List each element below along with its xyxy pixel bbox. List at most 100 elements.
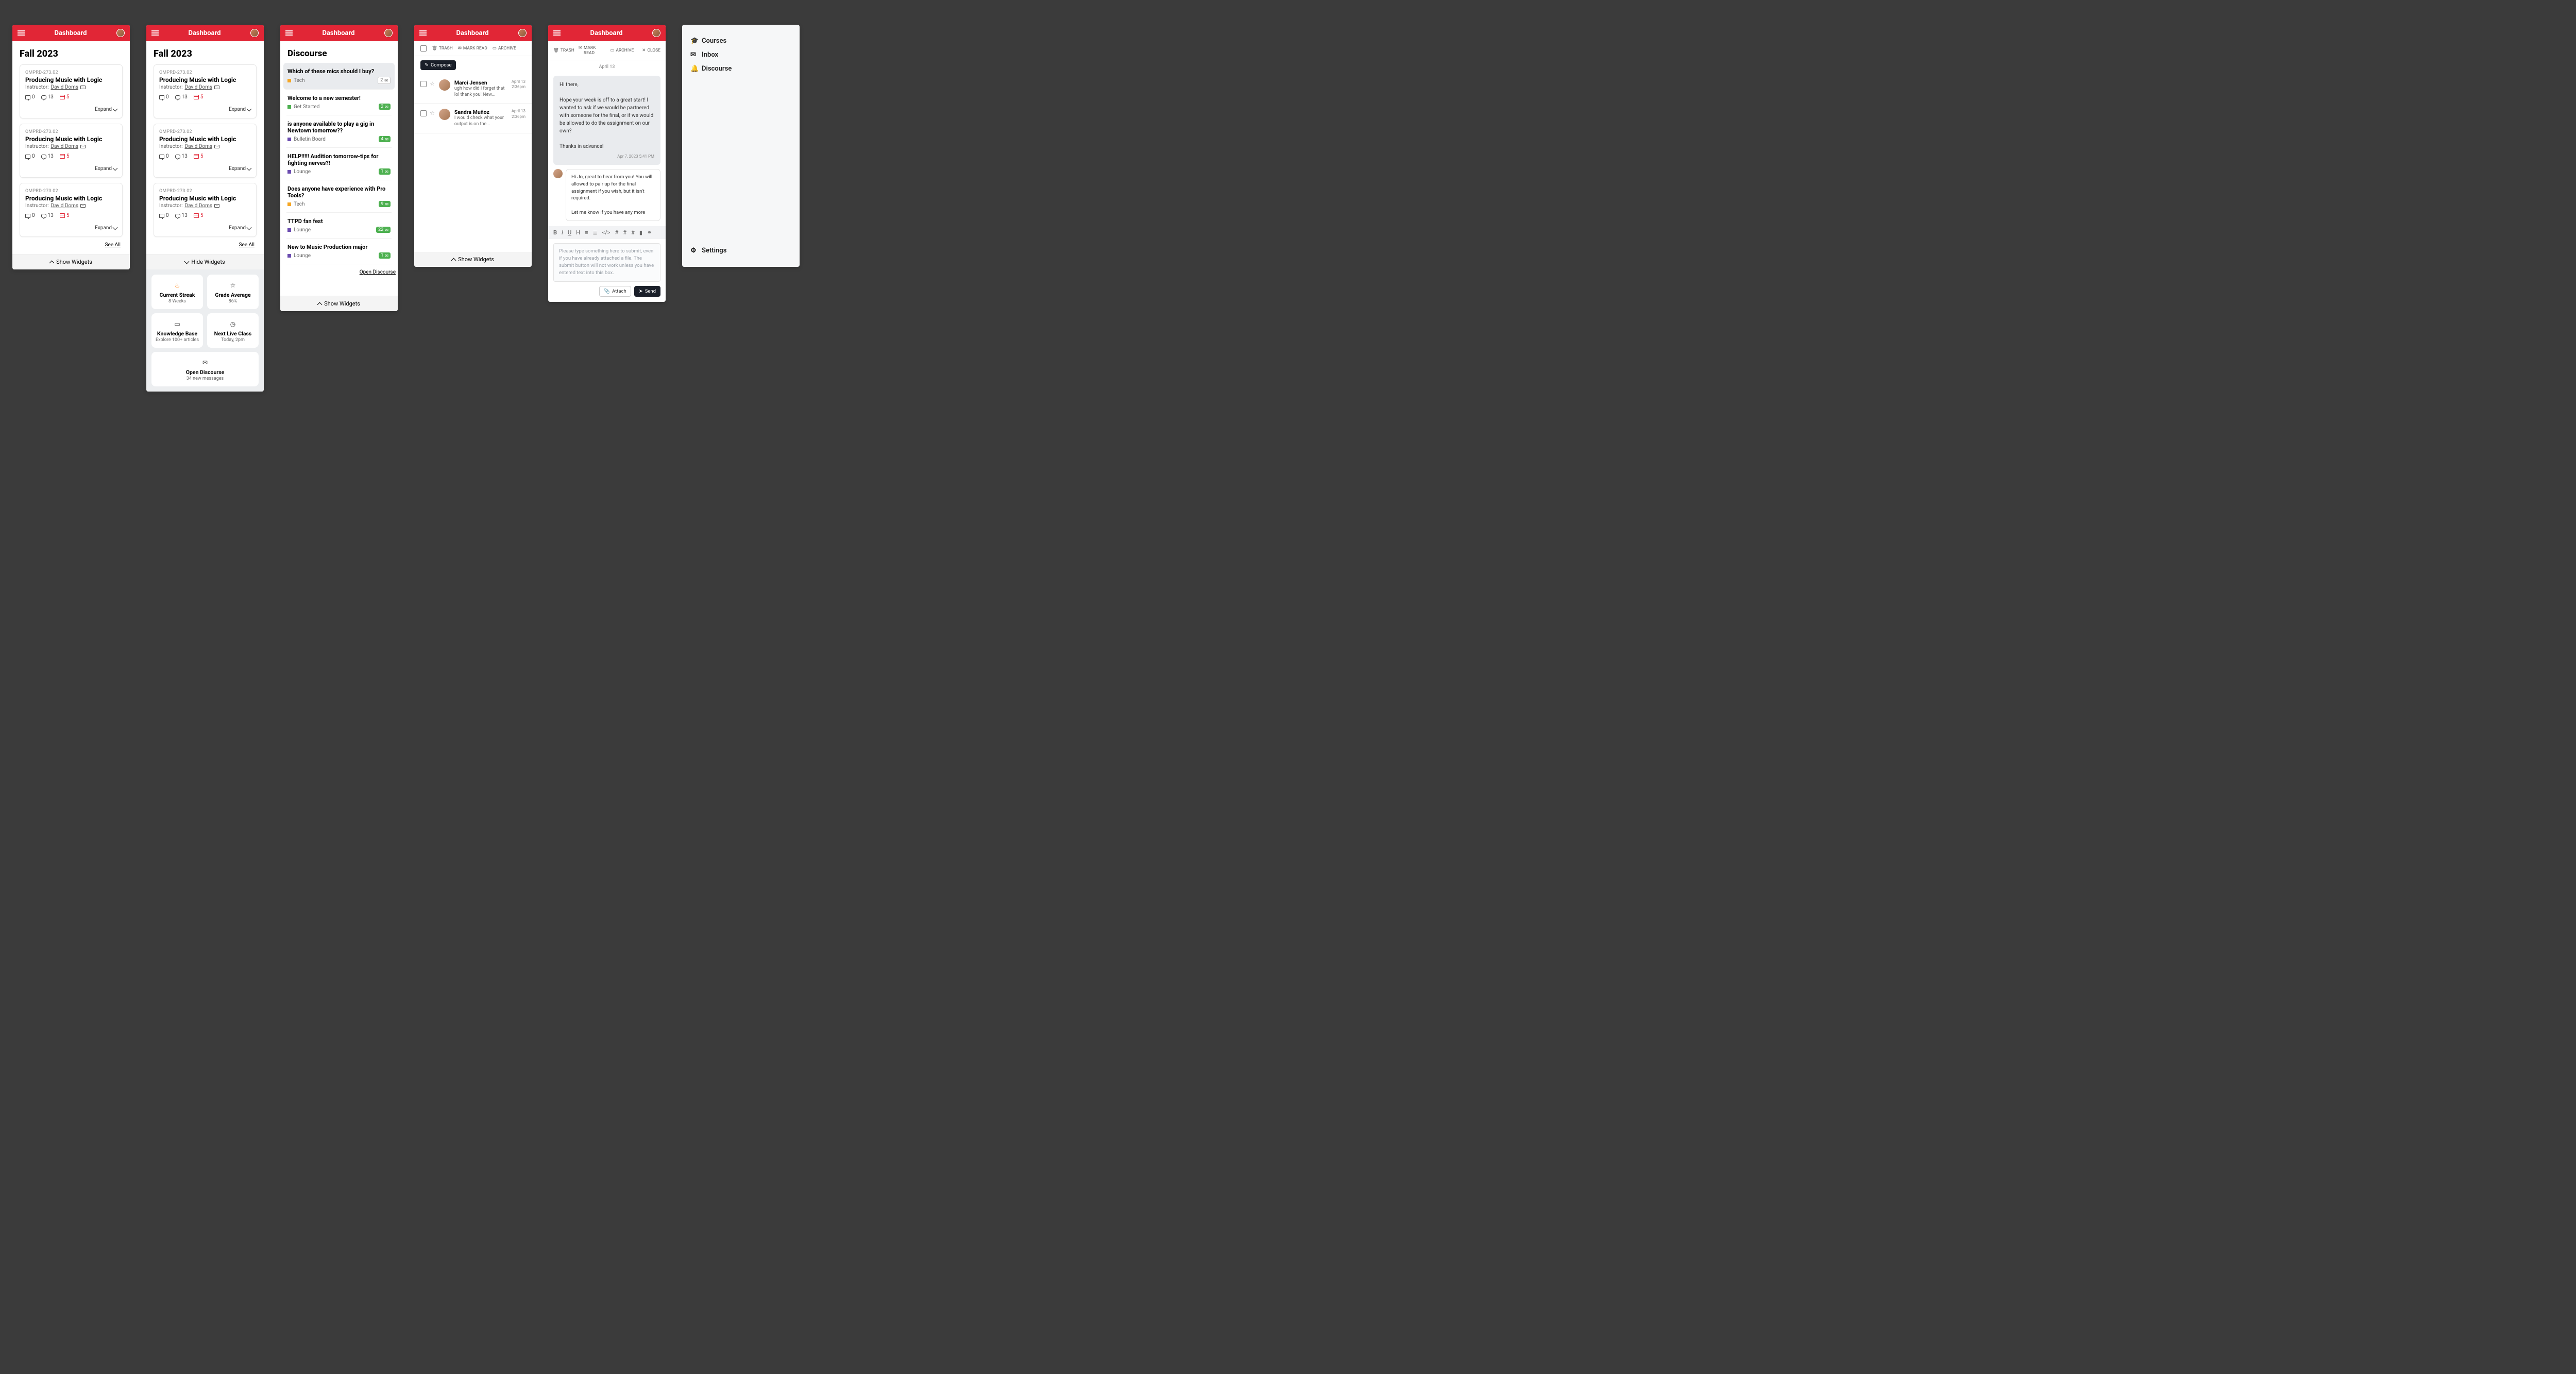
- link-icon[interactable]: ⚭: [647, 229, 652, 236]
- discourse-item[interactable]: Welcome to a new semester! Get Started 2…: [286, 90, 392, 115]
- widget-kb[interactable]: ▭ Knowledge Base Explore 100+ articles: [151, 313, 203, 348]
- mark-read-button[interactable]: ✉MARK READ: [579, 45, 606, 56]
- underline-icon[interactable]: U: [568, 229, 571, 236]
- menu-settings[interactable]: ⚙Settings: [690, 244, 791, 258]
- expand-button[interactable]: Expand: [229, 225, 251, 231]
- graduation-cap-icon: 🎓: [690, 37, 698, 45]
- discourse-item[interactable]: Which of these mics should I buy? Tech 2…: [283, 63, 395, 90]
- avatar[interactable]: [250, 29, 259, 37]
- expand-button[interactable]: Expand: [229, 166, 251, 172]
- message-sender: Sandra Muñoz: [454, 109, 507, 115]
- heading-icon[interactable]: H: [576, 229, 580, 236]
- expand-button[interactable]: Expand: [95, 166, 117, 172]
- star-icon[interactable]: ☆: [430, 80, 435, 87]
- instructor-name[interactable]: David Doms: [51, 84, 79, 90]
- hash-icon[interactable]: #: [623, 229, 626, 236]
- message-checkbox[interactable]: [420, 81, 427, 87]
- stat-assignments: 5: [194, 94, 204, 100]
- message-preview: ugh how did I forget that lol thank you!…: [454, 86, 507, 98]
- archive-button[interactable]: ▭ARCHIVE: [493, 46, 516, 51]
- mail-icon[interactable]: [80, 86, 86, 89]
- avatar[interactable]: [116, 29, 125, 37]
- course-card[interactable]: OMPRD-273.02 Producing Music with Logic …: [20, 64, 123, 118]
- expand-button[interactable]: Expand: [229, 107, 251, 112]
- widget-live[interactable]: ◷ Next Live Class Today, 2pm: [207, 313, 259, 348]
- compose-button[interactable]: ✎Compose: [420, 60, 456, 70]
- instructor-name[interactable]: David Doms: [185, 84, 213, 90]
- mark-read-button[interactable]: ✉MARK READ: [458, 46, 487, 51]
- discourse-item[interactable]: New to Music Production major Lounge 1✉: [286, 239, 392, 264]
- menu-discourse[interactable]: 🔔Discourse: [690, 62, 791, 76]
- avatar[interactable]: [652, 29, 660, 37]
- folder-icon[interactable]: ▮: [639, 229, 642, 236]
- show-widgets-button[interactable]: Show Widgets: [414, 252, 532, 267]
- discourse-item[interactable]: TTPD fan fest Lounge 22✉: [286, 213, 392, 239]
- mail-icon[interactable]: [80, 204, 86, 208]
- instructor-name[interactable]: David Doms: [185, 144, 213, 149]
- expand-button[interactable]: Expand: [95, 107, 117, 112]
- hide-widgets-button[interactable]: Hide Widgets: [146, 254, 264, 269]
- course-card[interactable]: OMPRD-273.02 Producing Music with Logic …: [20, 124, 123, 178]
- compose-textarea[interactable]: Please type something here to submit, ev…: [553, 243, 660, 282]
- discourse-category: Get Started: [287, 104, 319, 110]
- archive-button[interactable]: ▭ARCHIVE: [610, 48, 634, 53]
- received-message: Hi there, Hope your week is off to a gre…: [553, 76, 660, 165]
- trash-button[interactable]: 🗑TRASH: [553, 48, 574, 53]
- bullet-list-icon[interactable]: ≡: [585, 229, 588, 236]
- mail-icon[interactable]: [80, 145, 86, 148]
- instructor-name[interactable]: David Doms: [51, 144, 79, 149]
- show-widgets-button[interactable]: Show Widgets: [280, 296, 398, 311]
- send-button[interactable]: ➤Send: [634, 286, 660, 297]
- discourse-item[interactable]: HELP!!!!! Audition tomorrow-tips for fig…: [286, 148, 392, 180]
- menu-courses[interactable]: 🎓Courses: [690, 34, 791, 48]
- menu-icon[interactable]: [151, 30, 159, 36]
- instructor-label: Instructor:: [159, 84, 183, 90]
- select-all-checkbox[interactable]: [420, 45, 427, 52]
- menu-icon[interactable]: [285, 30, 293, 36]
- widget-streak[interactable]: ♨ Current Streak 8 Weeks: [151, 275, 203, 309]
- instructor-name[interactable]: David Doms: [51, 203, 79, 209]
- course-card[interactable]: OMPRD-273.02 Producing Music with Logic …: [154, 124, 257, 178]
- italic-icon[interactable]: I: [562, 229, 563, 236]
- bold-icon[interactable]: B: [553, 229, 557, 236]
- widget-discourse[interactable]: ✉ Open Discourse 34 new messages: [151, 352, 259, 386]
- instructor-name[interactable]: David Doms: [185, 203, 213, 209]
- course-card[interactable]: OMPRD-273.02 Producing Music with Logic …: [20, 183, 123, 237]
- open-discourse-link[interactable]: Open Discourse: [360, 269, 396, 275]
- message-checkbox[interactable]: [420, 110, 427, 116]
- trash-button[interactable]: 🗑TRASH: [432, 46, 453, 51]
- inbox-message-row[interactable]: ☆ Marci Jensen ugh how did I forget that…: [414, 74, 532, 104]
- menu-inbox[interactable]: ✉Inbox: [690, 48, 791, 62]
- discourse-item[interactable]: Does anyone have experience with Pro Too…: [286, 180, 392, 213]
- hash-icon[interactable]: #: [615, 229, 618, 236]
- menu-icon[interactable]: [419, 30, 427, 36]
- instructor-row: Instructor: David Doms: [25, 144, 117, 149]
- widget-grade[interactable]: ☆ Grade Average 86%: [207, 275, 259, 309]
- reply-message: Hi Jo, great to hear from you! You will …: [548, 169, 666, 221]
- show-widgets-button[interactable]: Show Widgets: [12, 254, 130, 269]
- mail-icon[interactable]: [214, 145, 219, 148]
- attach-button[interactable]: 📎Attach: [599, 286, 631, 297]
- code-icon[interactable]: </>: [602, 229, 611, 236]
- see-all-link[interactable]: See All: [105, 242, 121, 248]
- hash-icon[interactable]: #: [631, 229, 635, 236]
- avatar[interactable]: [384, 29, 393, 37]
- inbox-message-row[interactable]: ☆ Sandra Muñoz I would check what your o…: [414, 104, 532, 133]
- course-card[interactable]: OMPRD-273.02 Producing Music with Logic …: [154, 64, 257, 118]
- trash-icon: 🗑: [432, 46, 437, 51]
- course-card[interactable]: OMPRD-273.02 Producing Music with Logic …: [154, 183, 257, 237]
- avatar[interactable]: [518, 29, 527, 37]
- term-heading: Fall 2023: [20, 48, 123, 59]
- close-button[interactable]: ✕CLOSE: [642, 48, 660, 53]
- star-icon[interactable]: ☆: [430, 110, 435, 116]
- mail-icon[interactable]: [214, 86, 219, 89]
- discourse-item-title: Does anyone have experience with Pro Too…: [287, 185, 391, 199]
- menu-icon[interactable]: [18, 30, 25, 36]
- mail-icon[interactable]: [214, 204, 219, 208]
- see-all-link[interactable]: See All: [239, 242, 255, 248]
- menu-icon[interactable]: [553, 30, 561, 36]
- expand-button[interactable]: Expand: [95, 225, 117, 231]
- discourse-item[interactable]: is anyone available to play a gig in New…: [286, 115, 392, 148]
- ordered-list-icon[interactable]: ≣: [592, 229, 597, 236]
- mail-open-icon: ✉: [458, 46, 462, 51]
